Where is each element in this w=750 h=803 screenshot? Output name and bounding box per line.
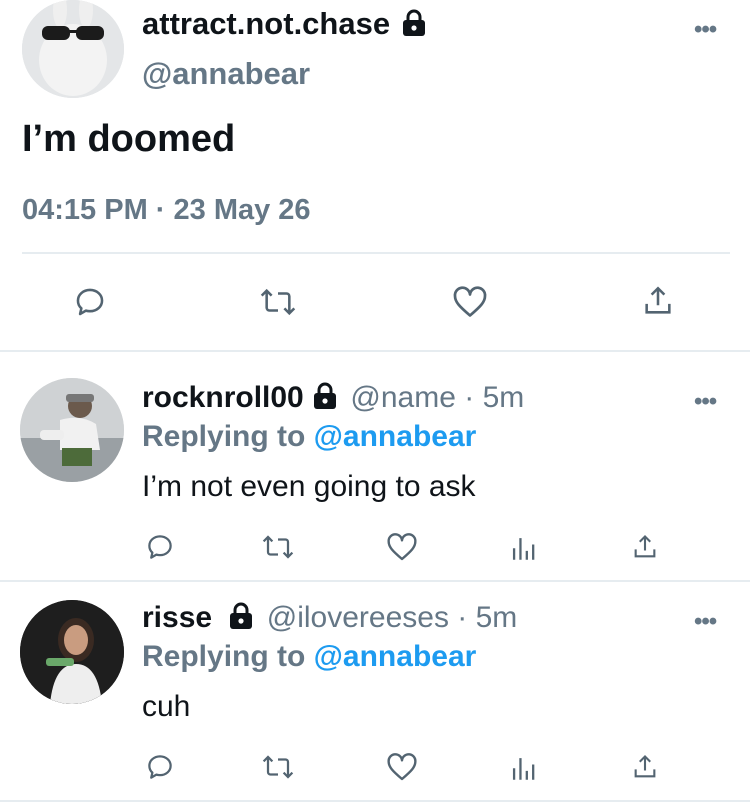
divider [0,800,750,802]
bunny-avatar-image [22,0,124,98]
main-display-name[interactable]: attract.not.chase [142,6,427,42]
share-button[interactable] [628,750,662,784]
retweet-button[interactable] [258,750,298,784]
main-handle[interactable]: @annabear [142,56,310,92]
analytics-icon [512,538,535,560]
more-options-reply-1[interactable]: ••• [694,388,717,416]
reply-button-main[interactable] [70,284,110,320]
main-timestamp[interactable]: 04:15 PM · 23 May 26 [22,194,311,227]
reply-icon [148,535,172,559]
reply-icon [76,288,104,316]
retweet-icon [260,288,296,316]
replying-to-handle-link[interactable]: @annabear [314,420,477,453]
share-button[interactable] [628,530,662,564]
replying-to-label: Replying to [142,420,314,453]
more-options-main[interactable]: ••• [694,16,717,44]
avatar-reply-1[interactable] [20,378,124,482]
main-tweet-text: I’m doomed [22,118,236,160]
like-button[interactable] [384,530,420,564]
replying-to-label: Replying to [142,640,314,673]
divider [0,580,750,582]
lock-icon [402,9,425,36]
divider [22,252,730,254]
retweet-icon [262,755,294,779]
handle-and-time: @ilovereeses · 5m [266,601,518,634]
reply-1-text: I’m not even going to ask [142,470,476,503]
display-name-text: risse [142,601,213,634]
person-avatar-image [20,378,124,482]
share-button-main[interactable] [638,282,678,320]
analytics-icon [512,758,535,780]
like-button-main[interactable] [450,284,490,320]
display-name-text: rocknroll00 [142,381,304,414]
retweet-icon [262,535,294,559]
display-name-text: attract.not.chase [142,6,391,41]
reply-icon [148,755,172,779]
analytics-button[interactable] [506,530,540,564]
avatar-reply-2[interactable] [20,600,124,704]
reply-button[interactable] [142,750,178,784]
retweet-button[interactable] [258,530,298,564]
share-icon [634,535,656,558]
lock-icon [314,382,337,410]
heart-icon [453,286,487,317]
more-options-reply-2[interactable]: ••• [694,608,717,636]
handle-and-time: @name · 5m [350,381,525,414]
replying-to-line-2: Replying to @annabear [142,640,476,674]
reply-2-header[interactable]: risse @ilovereeses · 5m [142,601,517,635]
replying-to-handle-link[interactable]: @annabear [314,640,477,673]
avatar-main[interactable] [22,0,124,98]
analytics-button[interactable] [506,750,540,784]
reply-2-text: cuh [142,690,191,723]
heart-icon [387,533,417,561]
replying-to-line-1: Replying to @annabear [142,420,476,454]
reply-1-header[interactable]: rocknroll00 @name · 5m [142,381,524,415]
person-avatar-image [20,600,124,704]
share-icon [645,286,671,314]
heart-icon [387,753,417,781]
share-icon [634,755,656,778]
reply-button[interactable] [142,530,178,564]
like-button[interactable] [384,750,420,784]
lock-icon [230,602,253,630]
retweet-button-main[interactable] [256,284,300,320]
divider [0,350,750,352]
